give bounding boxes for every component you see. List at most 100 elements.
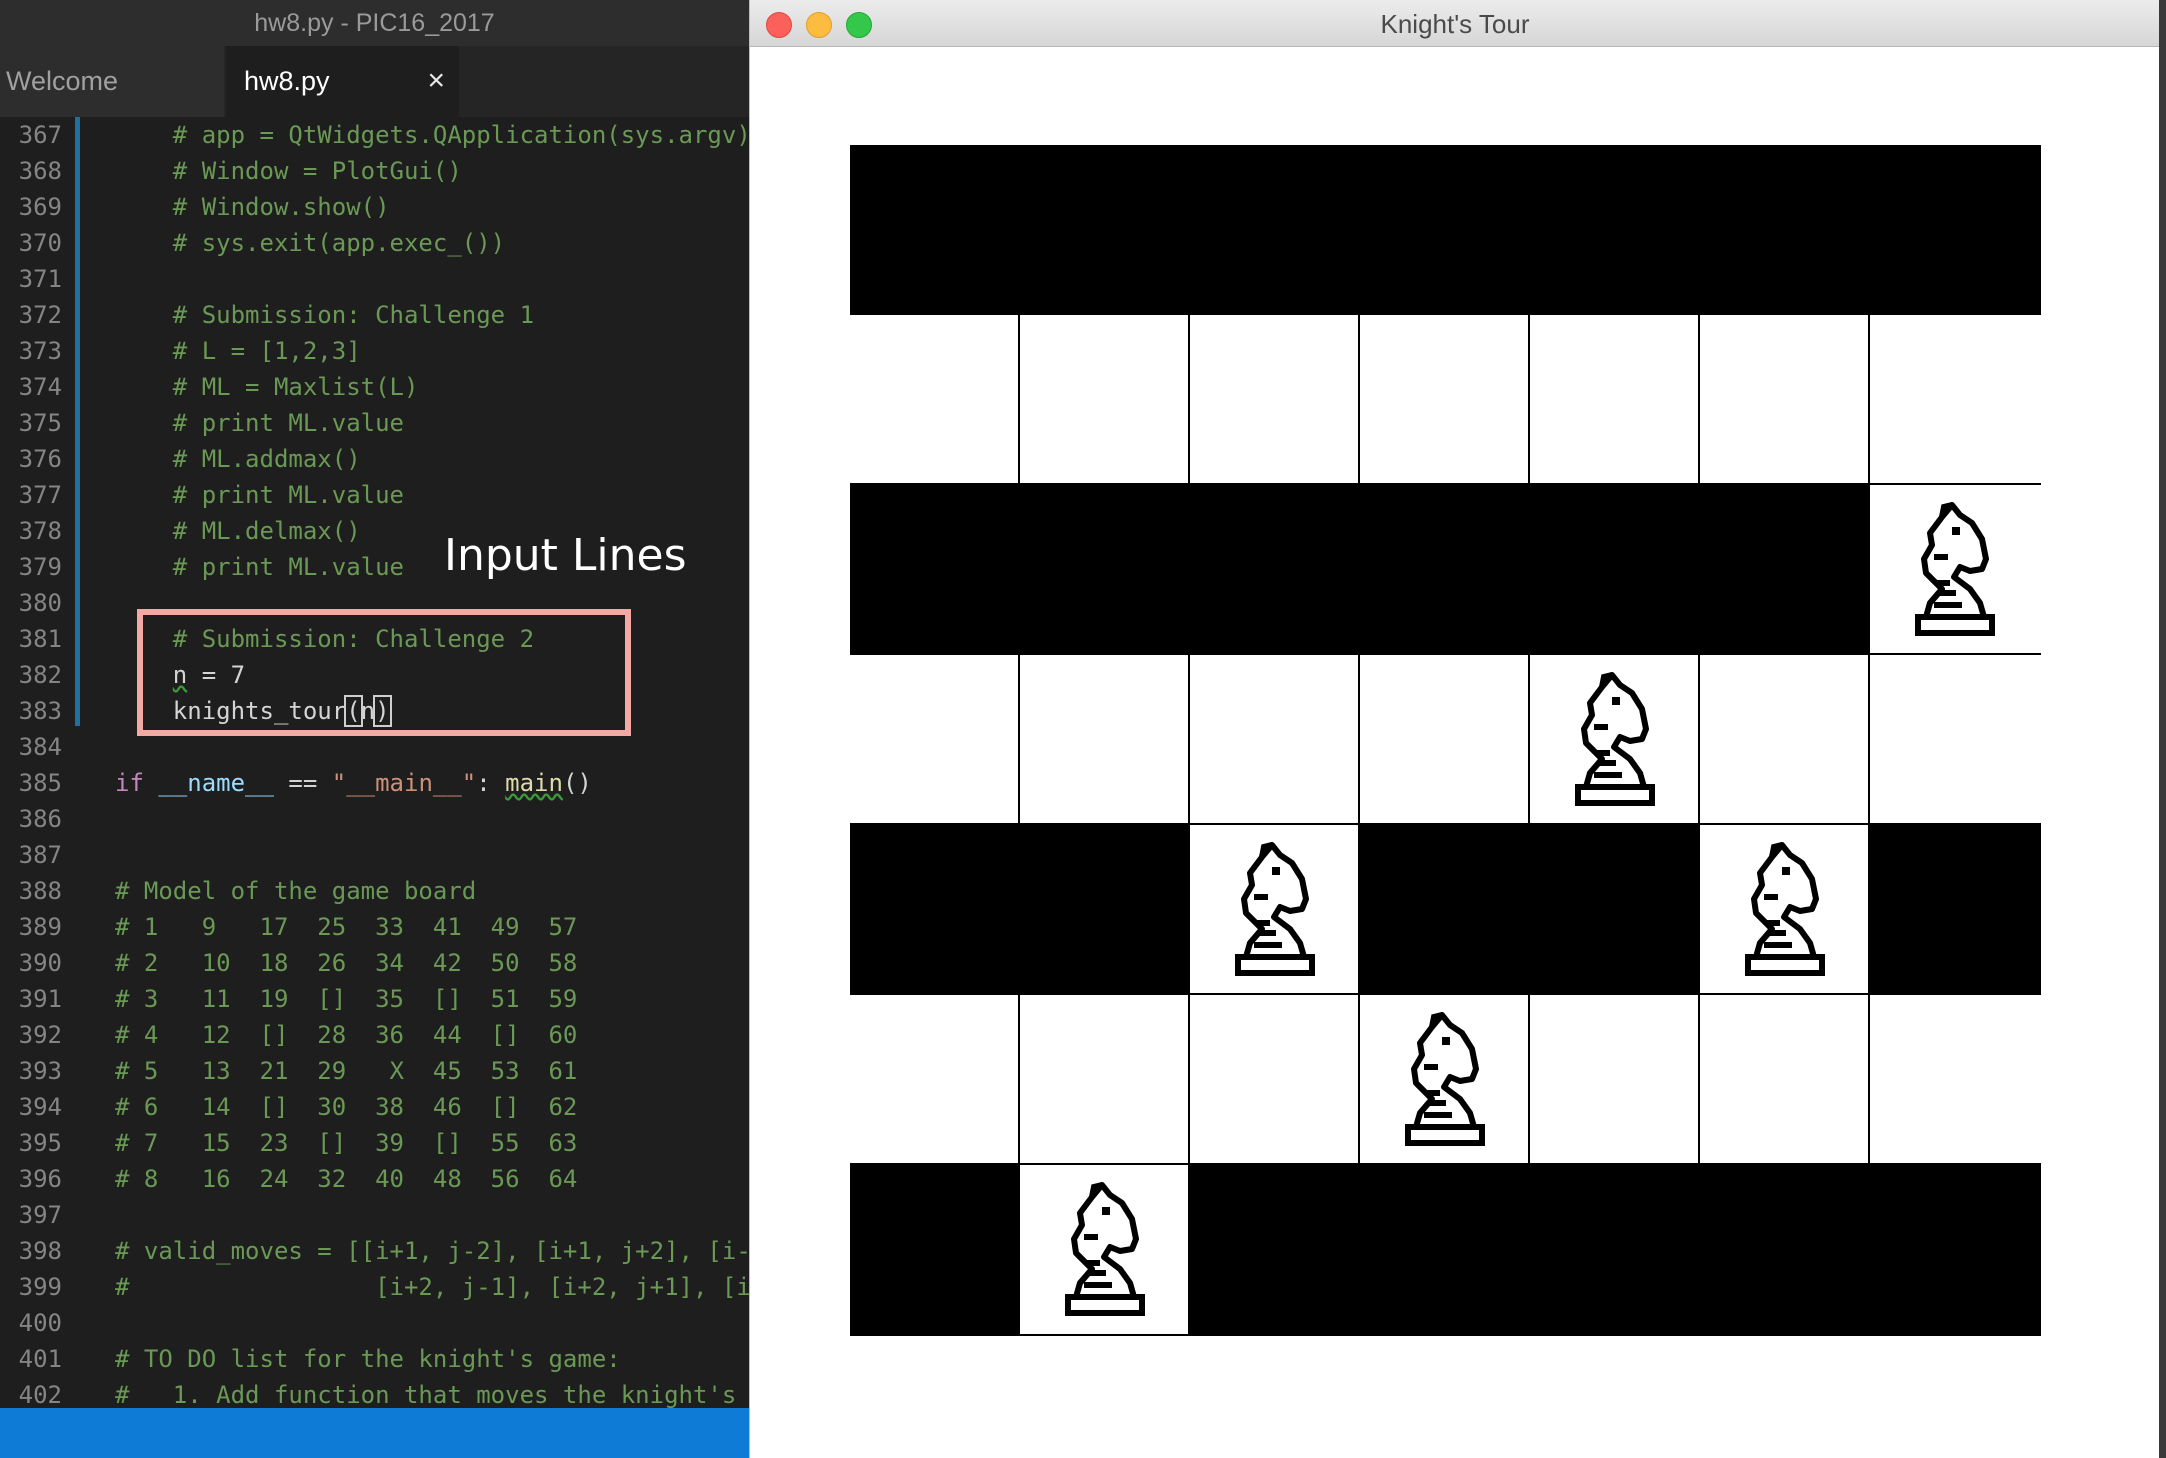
- code-line[interactable]: 373 # L = [1,2,3]: [0, 333, 749, 369]
- board-square[interactable]: [1190, 1165, 1360, 1336]
- code-line[interactable]: 369 # Window.show(): [0, 189, 749, 225]
- board-square[interactable]: [1190, 825, 1360, 995]
- code-line[interactable]: 401 # TO DO list for the knight's game:: [0, 1341, 749, 1377]
- board-square[interactable]: [1360, 315, 1530, 485]
- tab-welcome[interactable]: Welcome: [0, 46, 224, 117]
- board-square[interactable]: [1530, 145, 1700, 315]
- board-square[interactable]: [1870, 315, 2041, 485]
- code-line[interactable]: 400: [0, 1305, 749, 1341]
- board-square[interactable]: [1700, 655, 1870, 825]
- code-text: # 8 16 24 32 40 48 56 64: [115, 1165, 578, 1193]
- board-square[interactable]: [1360, 655, 1530, 825]
- code-line[interactable]: 386: [0, 801, 749, 837]
- board-square[interactable]: [1700, 145, 1870, 315]
- board-square[interactable]: [1530, 1165, 1700, 1336]
- board-square[interactable]: [850, 315, 1020, 485]
- board-square[interactable]: [1530, 655, 1700, 825]
- code-text: # ML.addmax(): [115, 445, 361, 473]
- code-line[interactable]: 375 # print ML.value: [0, 405, 749, 441]
- board-square[interactable]: [1530, 315, 1700, 485]
- board-square[interactable]: [850, 655, 1020, 825]
- board-square[interactable]: [1870, 485, 2041, 655]
- board-square[interactable]: [1530, 825, 1700, 995]
- board-square[interactable]: [1870, 1165, 2041, 1336]
- board-square[interactable]: [1360, 825, 1530, 995]
- line-number: 392: [18, 1021, 62, 1049]
- board-square[interactable]: [850, 1165, 1020, 1336]
- board-square[interactable]: [1020, 995, 1190, 1165]
- board-square[interactable]: [850, 825, 1020, 995]
- line-number: 389: [18, 913, 62, 941]
- board-square[interactable]: [1530, 995, 1700, 1165]
- line-number: 384: [18, 733, 62, 761]
- code-line[interactable]: 391 # 3 11 19 [] 35 [] 51 59: [0, 981, 749, 1017]
- code-text: # ML = Maxlist(L): [115, 373, 419, 401]
- board-square[interactable]: [1020, 315, 1190, 485]
- board-square[interactable]: [1700, 995, 1870, 1165]
- board-square[interactable]: [1360, 995, 1530, 1165]
- code-text: # print ML.value: [115, 553, 404, 581]
- board-square[interactable]: [1700, 825, 1870, 995]
- code-line[interactable]: 395 # 7 15 23 [] 39 [] 55 63: [0, 1125, 749, 1161]
- board-square[interactable]: [1700, 485, 1870, 655]
- tab-hw8-py[interactable]: hw8.py ×: [226, 46, 459, 117]
- board-square[interactable]: [1870, 145, 2041, 315]
- line-number: 375: [18, 409, 62, 437]
- code-line[interactable]: 392 # 4 12 [] 28 36 44 [] 60: [0, 1017, 749, 1053]
- tab-hw8-label: hw8.py: [244, 66, 330, 96]
- board-square[interactable]: [1190, 485, 1360, 655]
- knights-tour-window: Knight's Tour: [749, 0, 2160, 1458]
- code-line[interactable]: 377 # print ML.value: [0, 477, 749, 513]
- line-number: 376: [18, 445, 62, 473]
- code-line[interactable]: 394 # 6 14 [] 30 38 46 [] 62: [0, 1089, 749, 1125]
- code-line[interactable]: 385 if __name__ == "__main__": main(): [0, 765, 749, 801]
- board-square[interactable]: [1360, 1165, 1530, 1336]
- board-square[interactable]: [1190, 995, 1360, 1165]
- code-line[interactable]: 370 # sys.exit(app.exec_()): [0, 225, 749, 261]
- code-line[interactable]: 398 # valid_moves = [[i+1, j-2], [i+1, j+…: [0, 1233, 749, 1269]
- board-square[interactable]: [1360, 145, 1530, 315]
- line-number: 398: [18, 1237, 62, 1265]
- code-line[interactable]: 396 # 8 16 24 32 40 48 56 64: [0, 1161, 749, 1197]
- board-square[interactable]: [1700, 1165, 1870, 1336]
- board-square[interactable]: [1360, 485, 1530, 655]
- line-number: 380: [18, 589, 62, 617]
- line-number: 386: [18, 805, 62, 833]
- code-text: # 1 9 17 25 33 41 49 57: [115, 913, 578, 941]
- board-square[interactable]: [1700, 315, 1870, 485]
- board-square[interactable]: [1190, 315, 1360, 485]
- code-line[interactable]: 393 # 5 13 21 29 X 45 53 61: [0, 1053, 749, 1089]
- code-text: # 3 11 19 [] 35 [] 51 59: [115, 985, 578, 1013]
- code-line[interactable]: 372 # Submission: Challenge 1: [0, 297, 749, 333]
- board-square[interactable]: [1020, 485, 1190, 655]
- code-line[interactable]: 389 # 1 9 17 25 33 41 49 57: [0, 909, 749, 945]
- code-line[interactable]: 399 # [i+2, j-1], [i+2, j+1], [i: [0, 1269, 749, 1305]
- board-square[interactable]: [1870, 995, 2041, 1165]
- board-square[interactable]: [1020, 655, 1190, 825]
- line-number: 399: [18, 1273, 62, 1301]
- line-number: 401: [18, 1345, 62, 1373]
- board-square[interactable]: [1020, 145, 1190, 315]
- code-area[interactable]: 367 # app = QtWidgets.QApplication(sys.a…: [0, 117, 749, 1413]
- code-line[interactable]: 367 # app = QtWidgets.QApplication(sys.a…: [0, 117, 749, 153]
- board-square[interactable]: [1190, 145, 1360, 315]
- board-square[interactable]: [1870, 655, 2041, 825]
- code-line[interactable]: 388 # Model of the game board: [0, 873, 749, 909]
- code-line[interactable]: 397: [0, 1197, 749, 1233]
- board-square[interactable]: [850, 995, 1020, 1165]
- code-line[interactable]: 371: [0, 261, 749, 297]
- close-icon[interactable]: ×: [427, 46, 445, 116]
- code-line[interactable]: 387: [0, 837, 749, 873]
- board-square[interactable]: [1020, 825, 1190, 995]
- board-square[interactable]: [1020, 1165, 1190, 1336]
- board-square[interactable]: [850, 145, 1020, 315]
- code-line[interactable]: 376 # ML.addmax(): [0, 441, 749, 477]
- code-line[interactable]: 374 # ML = Maxlist(L): [0, 369, 749, 405]
- code-line[interactable]: 368 # Window = PlotGui(): [0, 153, 749, 189]
- board-square[interactable]: [1870, 825, 2041, 995]
- code-text: # 5 13 21 29 X 45 53 61: [115, 1057, 578, 1085]
- code-line[interactable]: 390 # 2 10 18 26 34 42 50 58: [0, 945, 749, 981]
- board-square[interactable]: [1190, 655, 1360, 825]
- board-square[interactable]: [1530, 485, 1700, 655]
- board-square[interactable]: [850, 485, 1020, 655]
